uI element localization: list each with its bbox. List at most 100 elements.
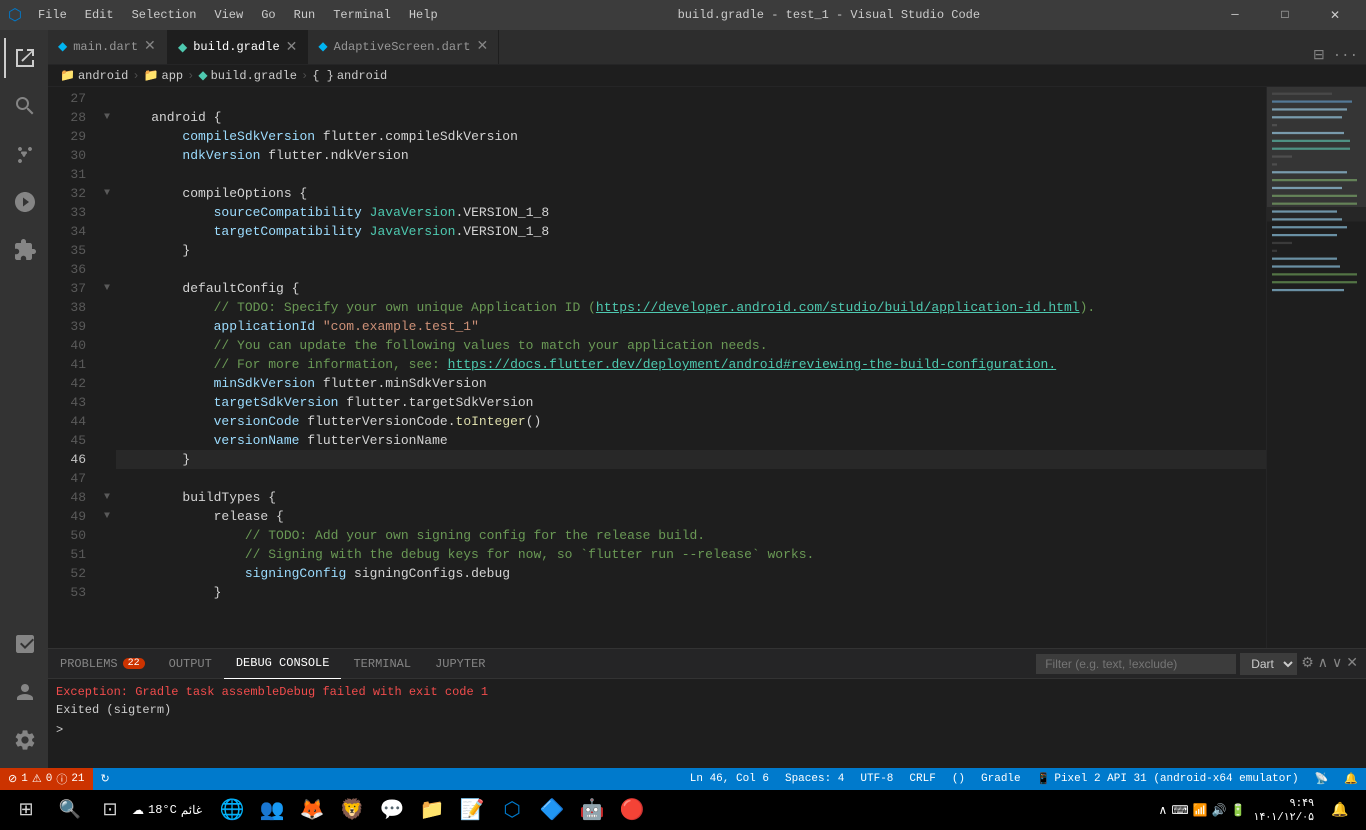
status-encoding[interactable]: UTF-8: [852, 768, 901, 790]
fold-btn-37[interactable]: ▼: [98, 279, 116, 298]
status-position[interactable]: Ln 46, Col 6: [682, 768, 777, 790]
status-sync[interactable]: ↻: [93, 768, 118, 790]
code-line-33[interactable]: sourceCompatibility JavaVersion.VERSION_…: [116, 203, 1266, 222]
notes-button[interactable]: 📝: [454, 792, 490, 828]
status-errors[interactable]: ⊘ 1 ⚠ 0 ⓘ 21: [0, 768, 93, 790]
panel-tab-output[interactable]: OUTPUT: [157, 649, 224, 679]
close-button[interactable]: ✕: [1312, 0, 1358, 30]
code-line-32[interactable]: compileOptions {: [116, 184, 1266, 203]
activity-run-debug[interactable]: [4, 182, 44, 222]
teams-button[interactable]: 👥: [254, 792, 290, 828]
doc-link[interactable]: https://docs.flutter.dev/deployment/andr…: [448, 355, 1057, 374]
activity-explorer[interactable]: [4, 38, 44, 78]
code-line-35[interactable]: }: [116, 241, 1266, 260]
minimize-button[interactable]: ─: [1212, 0, 1258, 30]
split-editor-button[interactable]: ⊟: [1313, 47, 1325, 64]
more-actions-button[interactable]: ···: [1333, 48, 1358, 64]
breadcrumb-android[interactable]: 📁 android: [60, 68, 128, 83]
lang-selector[interactable]: Dart: [1240, 653, 1297, 675]
activity-testing[interactable]: [4, 624, 44, 664]
code-line-46[interactable]: }: [116, 450, 1266, 469]
code-line-34[interactable]: targetCompatibility JavaVersion.VERSION_…: [116, 222, 1266, 241]
flutter-button[interactable]: 🔷: [534, 792, 570, 828]
filter-input[interactable]: [1036, 654, 1236, 674]
menu-file[interactable]: File: [30, 6, 75, 24]
files-button[interactable]: 📁: [414, 792, 450, 828]
panel-tab-jupyter[interactable]: JUPYTER: [423, 649, 497, 679]
brave-button[interactable]: 🦁: [334, 792, 370, 828]
status-device[interactable]: 📱 Pixel 2 API 31 (android-x64 emulator): [1029, 768, 1307, 790]
status-bell[interactable]: 🔔: [1336, 768, 1366, 790]
code-line-38[interactable]: // TODO: Specify your own unique Applica…: [116, 298, 1266, 317]
activity-source-control[interactable]: [4, 134, 44, 174]
status-parens[interactable]: (): [944, 768, 973, 790]
maximize-button[interactable]: □: [1262, 0, 1308, 30]
notifications-button[interactable]: 🔔: [1322, 792, 1358, 828]
menu-go[interactable]: Go: [253, 6, 283, 24]
code-line-37[interactable]: defaultConfig {: [116, 279, 1266, 298]
code-line-42[interactable]: minSdkVersion flutter.minSdkVersion: [116, 374, 1266, 393]
tab-close-adaptive-screen[interactable]: ✕: [476, 38, 488, 55]
code-line-48[interactable]: buildTypes {: [116, 488, 1266, 507]
code-line-36[interactable]: [116, 260, 1266, 279]
fold-btn-32[interactable]: ▼: [98, 184, 116, 203]
menu-run[interactable]: Run: [286, 6, 324, 24]
tab-close-build-gradle[interactable]: ✕: [286, 39, 298, 56]
breadcrumb-app[interactable]: 📁 app: [144, 68, 184, 83]
panel-tab-terminal[interactable]: TERMINAL: [341, 649, 423, 679]
status-eol[interactable]: CRLF: [901, 768, 943, 790]
status-broadcast[interactable]: 📡: [1307, 768, 1337, 790]
tab-close-main-dart[interactable]: ✕: [144, 38, 156, 55]
activity-search[interactable]: [4, 86, 44, 126]
code-line-28[interactable]: android {: [116, 108, 1266, 127]
fold-btn-28[interactable]: ▼: [98, 108, 116, 127]
code-line-45[interactable]: versionName flutterVersionName: [116, 431, 1266, 450]
doc-link[interactable]: https://developer.android.com/studio/bui…: [596, 298, 1080, 317]
code-line-51[interactable]: // Signing with the debug keys for now, …: [116, 545, 1266, 564]
android-button[interactable]: 🤖: [574, 792, 610, 828]
code-line-39[interactable]: applicationId "com.example.test_1": [116, 317, 1266, 336]
code-line-29[interactable]: compileSdkVersion flutter.compileSdkVers…: [116, 127, 1266, 146]
tab-adaptive-screen[interactable]: ◆ AdaptiveScreen.dart ✕: [308, 30, 499, 64]
status-spaces[interactable]: Spaces: 4: [777, 768, 852, 790]
menu-selection[interactable]: Selection: [124, 6, 205, 24]
code-line-27[interactable]: [116, 89, 1266, 108]
code-line-47[interactable]: [116, 469, 1266, 488]
activity-account[interactable]: [4, 672, 44, 712]
panel-collapse-btn[interactable]: ∨: [1332, 655, 1342, 672]
menu-view[interactable]: View: [206, 6, 251, 24]
minimap[interactable]: [1266, 87, 1366, 648]
code-line-30[interactable]: ndkVersion flutter.ndkVersion: [116, 146, 1266, 165]
taskview-button[interactable]: ⊡: [92, 792, 128, 828]
tab-main-dart[interactable]: ◆ main.dart ✕: [48, 30, 168, 64]
code-line-53[interactable]: }: [116, 583, 1266, 602]
breadcrumb-android-block[interactable]: { } android: [312, 69, 387, 83]
code-editor[interactable]: 2728293031323334353637383940414243444546…: [48, 87, 1266, 648]
panel-tab-debug-console[interactable]: DEBUG CONSOLE: [224, 649, 342, 679]
vscode-taskbar-button[interactable]: ⬡: [494, 792, 530, 828]
status-language[interactable]: Gradle: [973, 768, 1029, 790]
activity-settings[interactable]: [4, 720, 44, 760]
code-line-43[interactable]: targetSdkVersion flutter.targetSdkVersio…: [116, 393, 1266, 412]
menu-help[interactable]: Help: [401, 6, 446, 24]
menu-edit[interactable]: Edit: [77, 6, 122, 24]
red-app-button[interactable]: 🔴: [614, 792, 650, 828]
fold-btn-49[interactable]: ▼: [98, 507, 116, 526]
code-line-40[interactable]: // You can update the following values t…: [116, 336, 1266, 355]
start-button[interactable]: ⊞: [8, 792, 44, 828]
panel-close-btn[interactable]: ✕: [1346, 655, 1358, 672]
fold-btn-48[interactable]: ▼: [98, 488, 116, 507]
breadcrumb-build-gradle[interactable]: ◆ build.gradle: [198, 68, 297, 83]
weather-widget[interactable]: ☁ 18°C غائم: [132, 803, 202, 818]
code-content[interactable]: android { compileSdkVersion flutter.comp…: [116, 87, 1266, 648]
search-button[interactable]: 🔍: [52, 792, 88, 828]
code-line-52[interactable]: signingConfig signingConfigs.debug: [116, 564, 1266, 583]
discord-button[interactable]: 💬: [374, 792, 410, 828]
code-line-44[interactable]: versionCode flutterVersionCode.toInteger…: [116, 412, 1266, 431]
panel-tab-problems[interactable]: PROBLEMS 22: [48, 649, 157, 679]
tab-build-gradle[interactable]: ◆ build.gradle ✕: [168, 30, 308, 64]
edge-button[interactable]: 🌐: [214, 792, 250, 828]
firefox-button[interactable]: 🦊: [294, 792, 330, 828]
code-line-50[interactable]: // TODO: Add your own signing config for…: [116, 526, 1266, 545]
code-line-31[interactable]: [116, 165, 1266, 184]
